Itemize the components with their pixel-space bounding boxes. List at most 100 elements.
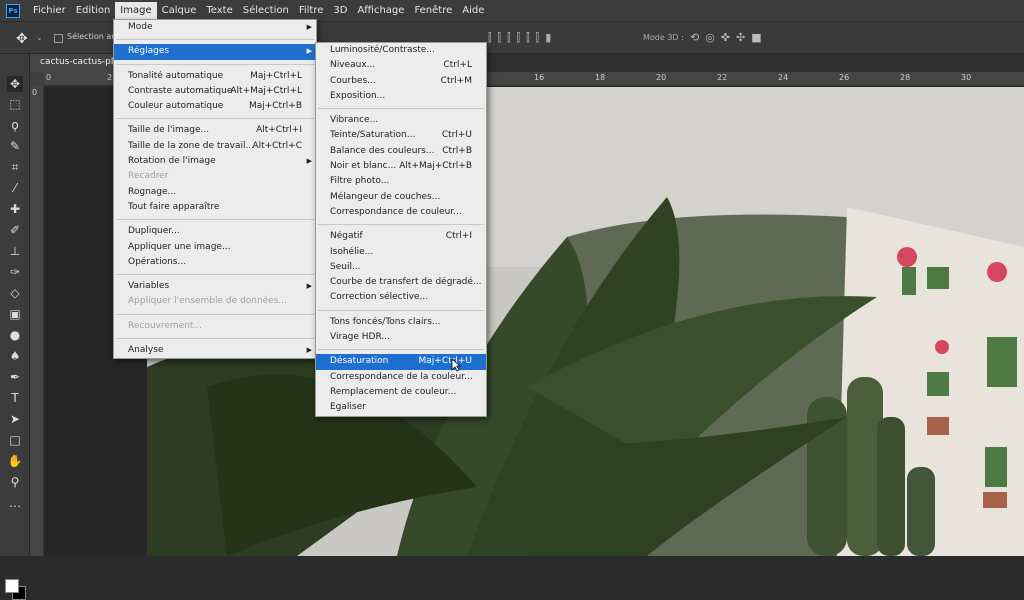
menu-item-dupliquer[interactable]: Dupliquer... [114, 224, 316, 239]
menubar-item-image[interactable]: Image [115, 2, 157, 19]
menubar-item-affichage[interactable]: Affichage [352, 2, 409, 19]
distribute-right-icon[interactable]: ⫿ [536, 31, 540, 45]
stamp-tool-icon[interactable]: ⊥ [7, 243, 23, 259]
menubar-item-3d[interactable]: 3D [328, 2, 352, 19]
menu-item-remplacement-de-couleur[interactable]: Remplacement de couleur... [316, 385, 486, 400]
align-center-icon[interactable]: ⫿ [498, 31, 502, 45]
ruler-number: 0 [46, 73, 52, 82]
menu-item-noir-et-blanc[interactable]: Noir et blanc... Alt+Maj+Ctrl+B [316, 159, 486, 174]
menu-item-mode[interactable]: Mode ▶ [114, 20, 316, 35]
menubar-item-aide[interactable]: Aide [457, 2, 489, 19]
menu-separator [318, 349, 484, 351]
eraser-tool-icon[interactable]: ◇ [7, 285, 23, 301]
align-left-icon[interactable]: ⫿ [488, 31, 492, 45]
menu-separator [318, 224, 484, 226]
menubar-item-s-lection[interactable]: Sélection [238, 2, 294, 19]
crop-tool-icon[interactable]: ⌗ [7, 159, 23, 175]
healing-tool-icon[interactable]: ✚ [7, 201, 23, 217]
menu-item-vibrance[interactable]: Vibrance... [316, 113, 486, 128]
menubar-item-texte[interactable]: Texte [201, 2, 237, 19]
marquee-tool-icon[interactable]: ⬚ [7, 96, 23, 112]
menu-separator [116, 274, 314, 276]
foreground-color-swatch[interactable] [5, 579, 19, 593]
ruler-number: 26 [839, 73, 850, 82]
auto-align-icon[interactable]: ▮ [545, 31, 551, 45]
rectangle-tool-icon[interactable]: □ [7, 432, 23, 448]
menu-item-correspondance-de-couleur[interactable]: Correspondance de couleur... [316, 205, 486, 220]
menubar-item-edition[interactable]: Edition [71, 2, 116, 19]
zoom-tool-icon[interactable]: ⚲ [7, 474, 23, 490]
chevron-down-icon[interactable]: ⌄ [36, 33, 43, 42]
menu-item-operations[interactable]: Opérations... [114, 255, 316, 270]
menu-item-egaliser[interactable]: Egaliser [316, 400, 486, 415]
menu-item-filtre-photo[interactable]: Filtre photo... [316, 174, 486, 189]
menu-item-couleur-automatique[interactable]: Couleur automatique Maj+Ctrl+B [114, 99, 316, 114]
menu-item-label: Courbes... [330, 75, 376, 86]
menu-item-luminosite-contraste[interactable]: Luminosité/Contraste... [316, 43, 486, 58]
menubar-item-calque[interactable]: Calque [157, 2, 202, 19]
lasso-tool-icon[interactable]: ϙ [7, 117, 23, 133]
quick-select-tool-icon[interactable]: ✎ [7, 138, 23, 154]
menu-item-courbes[interactable]: Courbes... Ctrl+M [316, 74, 486, 89]
orbit-3d-icon[interactable]: ⟲ [690, 31, 699, 44]
gradient-tool-icon[interactable]: ▣ [7, 306, 23, 322]
menu-item-reglages[interactable]: Réglages ▶ [114, 44, 316, 60]
submenu-arrow-icon: ▶ [306, 47, 312, 56]
type-tool-icon[interactable]: T [7, 390, 23, 406]
menu-item-label: Recadrer [128, 171, 169, 182]
menu-item-isohelie[interactable]: Isohélie... [316, 245, 486, 260]
menu-item-niveaux[interactable]: Niveaux... Ctrl+L [316, 58, 486, 73]
menu-item-correction-selective[interactable]: Correction sélective... [316, 290, 486, 305]
more-tools-icon[interactable]: … [7, 495, 23, 511]
menu-item-seuil[interactable]: Seuil... [316, 260, 486, 275]
auto-select-checkbox[interactable] [54, 34, 63, 43]
move-tool-icon[interactable]: ✥ [16, 31, 28, 47]
brush-tool-icon[interactable]: ✐ [7, 222, 23, 238]
menubar-item-fichier[interactable]: Fichier [28, 2, 71, 19]
path-select-tool-icon[interactable]: ➤ [7, 411, 23, 427]
menu-item-recadrer: Recadrer [114, 169, 316, 184]
menu-item-appliquer-une-image[interactable]: Appliquer une image... [114, 240, 316, 255]
menu-item-exposition[interactable]: Exposition... [316, 89, 486, 104]
menu-item-taille-de-l-image[interactable]: Taille de l'image... Alt+Ctrl+I [114, 123, 316, 138]
menu-item-contraste-automatique[interactable]: Contraste automatique Alt+Maj+Ctrl+L [114, 84, 316, 99]
distribute-center-icon[interactable]: ⫿ [526, 31, 530, 45]
dodge-tool-icon[interactable]: ♠ [7, 348, 23, 364]
distribute-icon[interactable]: ⫿ [517, 31, 521, 45]
menu-item-shortcut: Ctrl+I [445, 231, 472, 242]
camera-3d-icon[interactable]: ■ [751, 31, 761, 44]
menu-item-courbe-de-transfert-de-degrade[interactable]: Courbe de transfert de dégradé... [316, 275, 486, 290]
menu-item-variables[interactable]: Variables ▶ [114, 279, 316, 294]
menu-item-label: Taille de l'image... [128, 125, 210, 136]
pen-tool-icon[interactable]: ✒ [7, 369, 23, 385]
menu-item-tons-fonces-tons-clairs[interactable]: Tons foncés/Tons clairs... [316, 315, 486, 330]
menu-item-balance-des-couleurs[interactable]: Balance des couleurs... Ctrl+B [316, 144, 486, 159]
menu-item-label: Teinte/Saturation... [330, 130, 416, 141]
history-brush-tool-icon[interactable]: ✑ [7, 264, 23, 280]
menubar-item-fen-tre[interactable]: Fenêtre [409, 2, 457, 19]
drag-3d-icon[interactable]: ✜ [721, 31, 730, 44]
move-tool-icon[interactable]: ✥ [7, 76, 23, 92]
align-right-icon[interactable]: ⫿ [507, 31, 511, 45]
document-tab[interactable]: cactus-cactus-pla [30, 54, 114, 72]
menu-item-tonalite-automatique[interactable]: Tonalité automatique Maj+Ctrl+L [114, 69, 316, 84]
roll-3d-icon[interactable]: ◎ [705, 31, 715, 44]
submenu-arrow-icon: ▶ [306, 23, 312, 31]
menu-item-analyse[interactable]: Analyse ▶ [114, 343, 316, 358]
menu-item-melangeur-de-couches[interactable]: Mélangeur de couches... [316, 190, 486, 205]
hand-tool-icon[interactable]: ✋ [7, 453, 23, 469]
menu-item-rognage[interactable]: Rognage... [114, 185, 316, 200]
submenu-arrow-icon: ▶ [306, 157, 312, 166]
menu-item-tout-faire-apparaitre[interactable]: Tout faire apparaître [114, 200, 316, 215]
blur-tool-icon[interactable]: ● [7, 327, 23, 343]
menu-item-virage-hdr[interactable]: Virage HDR... [316, 330, 486, 345]
menu-item-taille-de-la-zone-de-travail[interactable]: Taille de la zone de travail... Alt+Ctrl+… [114, 139, 316, 154]
menu-item-teinte-saturation[interactable]: Teinte/Saturation... Ctrl+U [316, 128, 486, 143]
slide-3d-icon[interactable]: ✣ [736, 31, 745, 44]
menu-item-label: Couleur automatique [128, 101, 224, 112]
vertical-ruler[interactable]: 0 [30, 86, 44, 556]
menu-item-rotation-de-l-image[interactable]: Rotation de l'image ▶ [114, 154, 316, 169]
menu-item-negatif[interactable]: Négatif Ctrl+I [316, 229, 486, 244]
eyedropper-tool-icon[interactable]: ⁄ [7, 180, 23, 196]
menubar-item-filtre[interactable]: Filtre [294, 2, 329, 19]
